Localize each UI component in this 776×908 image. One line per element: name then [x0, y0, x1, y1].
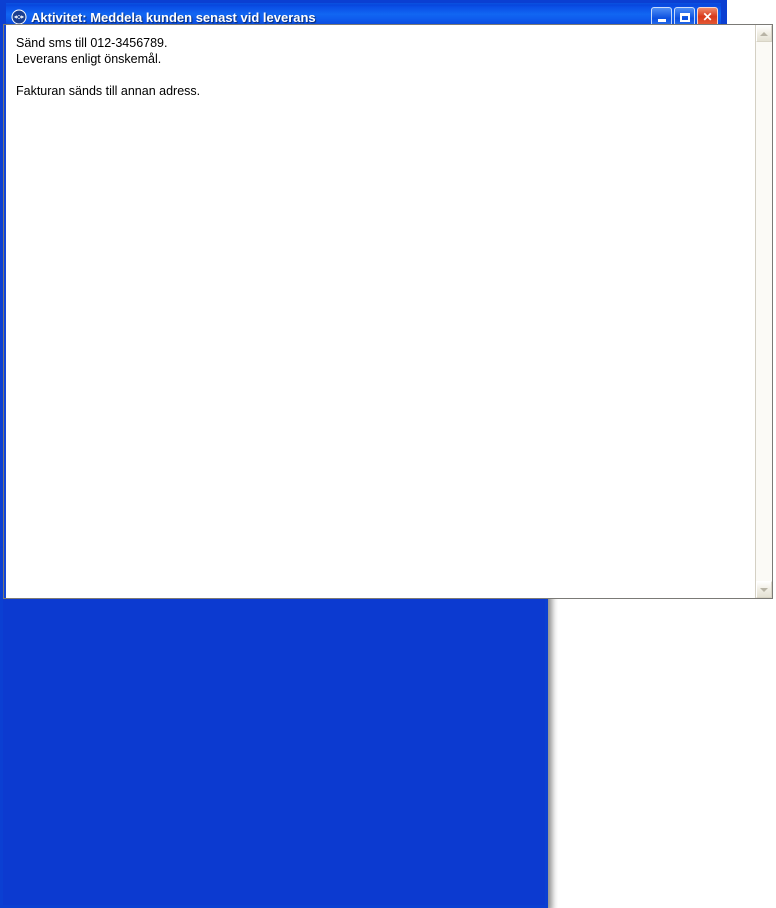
comment-text[interactable]: Sänd sms till 012-3456789. Leverans enli… — [4, 25, 755, 598]
scroll-up-button[interactable] — [756, 25, 772, 42]
main-window-title: Aktivitet: Meddela kunden senast vid lev… — [31, 9, 316, 25]
comment-window-body: Sänd sms till 012-3456789. Leverans enli… — [3, 24, 773, 599]
scroll-down-button[interactable] — [756, 581, 772, 598]
comment-window: Kommentar Aktvitet Meddela kunden senast… — [0, 24, 773, 908]
globe-document-icon — [11, 9, 27, 25]
comment-vertical-scrollbar[interactable] — [755, 25, 772, 598]
